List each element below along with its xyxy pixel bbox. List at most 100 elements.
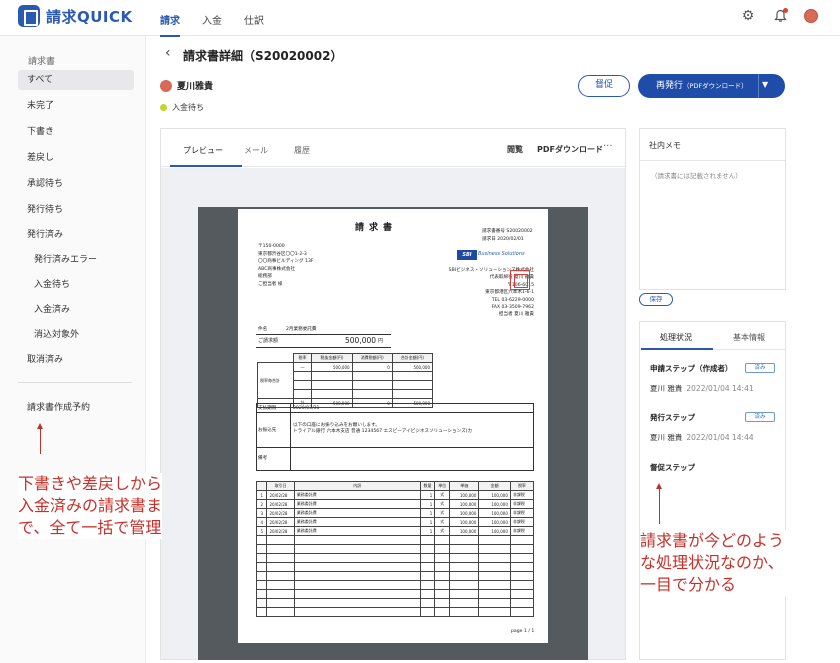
amount: 500,000	[345, 336, 377, 345]
reissue-label: 再発行	[656, 81, 684, 91]
tax-row-label: 税率毎合計	[257, 362, 294, 399]
sidebar-item-2[interactable]: 下書き	[18, 122, 134, 142]
page-number: page 1 / 1	[511, 629, 535, 634]
item-cell: 非課税	[509, 499, 535, 509]
nav-journal[interactable]: 仕訳	[244, 12, 264, 37]
sidebar-item-3[interactable]: 差戻し	[18, 148, 134, 168]
item-cell: 100,000	[478, 517, 511, 527]
annotation-left: 下書きや差戻しから 入金済みの請求書ま で、全て一括で管理	[18, 473, 163, 539]
item-cell: 式	[434, 517, 451, 527]
sidebar-item-1[interactable]: 未完了	[18, 96, 134, 116]
tab-basic-info[interactable]: 基本情報	[733, 332, 765, 343]
tab-preview[interactable]: プレビュー	[183, 145, 223, 156]
tab-mail[interactable]: メール	[244, 145, 268, 156]
sidebar-item-7[interactable]: 発行済みエラー	[18, 250, 134, 270]
more-icon[interactable]: ···	[603, 141, 613, 152]
memo-save-button[interactable]: 保存	[639, 293, 673, 306]
sidebar-item-6[interactable]: 発行済み	[18, 225, 134, 245]
client-line: 総務部	[258, 274, 272, 280]
item-cell: 20/02/28	[266, 517, 295, 527]
client-line: ご担当者 様	[258, 282, 283, 287]
item-cell: 2	[255, 499, 268, 509]
item-cell: 4	[255, 517, 268, 527]
tab-history[interactable]: 履歴	[294, 145, 310, 156]
item-cell: 20/02/28	[266, 490, 295, 500]
tab-process-status[interactable]: 処理状況	[660, 332, 692, 343]
item-header: 金額	[478, 481, 511, 491]
tax-header: 消費税額(円)	[351, 353, 393, 363]
customer-name: 夏川雅貴	[177, 82, 214, 92]
tax-cell: 0	[351, 362, 393, 372]
invoice-number: 請求書番号 S20020002	[482, 229, 533, 234]
item-cell: 業務委託費	[293, 508, 421, 518]
back-chevron-icon[interactable]: ‹	[165, 45, 171, 61]
invoice-date: 請求日 2020/02/01	[482, 237, 524, 242]
sidebar-item-10[interactable]: 消込対象外	[18, 325, 134, 345]
item-cell: 1	[419, 490, 436, 500]
subject: 2月業務委託費	[286, 327, 317, 332]
sidebar-item-0[interactable]: すべて	[18, 70, 134, 90]
item-cell: 業務委託費	[293, 517, 421, 527]
bell-icon[interactable]	[772, 8, 788, 24]
sidebar-item-8[interactable]: 入金待ち	[18, 275, 134, 295]
item-cell: 1	[419, 508, 436, 518]
sidebar-item-5[interactable]: 発行待ち	[18, 200, 134, 220]
item-header: 内訳	[293, 481, 421, 491]
sidebar-item-schedule[interactable]: 請求書作成予約	[18, 398, 134, 418]
annotation-right: 請求書が今どのよう な処理状況なのか、 一目で分かる	[640, 530, 830, 596]
item-cell: 3	[255, 508, 268, 518]
amount-label: ご請求額	[258, 338, 279, 344]
brand-sub: Business Solutions	[478, 251, 525, 257]
nav-payment[interactable]: 入金	[202, 12, 222, 37]
item-cell: 式	[434, 508, 451, 518]
view-button[interactable]: 閲覧	[507, 144, 523, 155]
step-issue-date: 2022/01/04 14:44	[686, 433, 754, 442]
step-apply-person: 夏川 雅貴 2022/01/04 14:41	[650, 384, 754, 393]
item-cell: 100,000	[449, 517, 480, 527]
pdf-download-button[interactable]: PDFダウンロード	[537, 144, 603, 155]
memo-input[interactable]: （請求書には記載されません）	[651, 170, 742, 180]
sidebar-item-11[interactable]: 取消済み	[18, 350, 134, 370]
status-badge: 入金待ち	[160, 102, 204, 113]
payment-box	[256, 403, 534, 471]
item-cell: 1	[255, 490, 268, 500]
item-cell: 100,000	[478, 499, 511, 509]
gear-icon[interactable]: ⚙	[740, 8, 756, 24]
item-cell: 式	[434, 499, 451, 509]
nav-invoice[interactable]: 請求	[160, 12, 180, 37]
bank-label: お振込先	[258, 428, 277, 433]
invoice-logo-icon	[18, 5, 40, 27]
table-row: 5 20/02/28 業務委託費 1 式 100,000 100,000 非課税	[255, 526, 535, 536]
process-tab-indicator	[641, 348, 713, 350]
item-cell: 100,000	[449, 526, 480, 536]
client-line: ABC商事株式会社	[258, 266, 295, 272]
sidebar-item-4[interactable]: 承認待ち	[18, 174, 134, 194]
reissue-sub-label: （PDFダウンロード）	[683, 82, 748, 90]
tax-cell: 500,000	[311, 362, 353, 372]
user-avatar[interactable]	[804, 9, 818, 23]
sidebar-divider	[18, 382, 132, 383]
client-line: 〇〇商事ビルディング 13F	[258, 259, 314, 265]
item-cell: 非課税	[509, 526, 535, 536]
remind-button[interactable]: 督促	[578, 75, 630, 97]
reissue-separator	[758, 74, 759, 98]
issuer-line: 担当者 夏川 雅貴	[498, 312, 534, 318]
step-issue-person: 夏川 雅貴 2022/01/04 14:44	[650, 433, 754, 442]
item-header: 単位	[434, 481, 451, 491]
sidebar-item-9[interactable]: 入金済み	[18, 300, 134, 320]
chevron-down-icon[interactable]: ▼	[762, 80, 768, 89]
item-cell: 非課税	[509, 508, 535, 518]
status-label: 入金待ち	[172, 103, 204, 112]
payment-divider	[256, 412, 534, 413]
item-header: 税率	[509, 481, 535, 491]
bank-text-1: 以下の口座にお振り込みをお願いします。	[293, 423, 380, 428]
main-nav: 請求 入金 仕訳	[160, 12, 264, 37]
item-header: 数量	[419, 481, 436, 491]
page-title: 請求書詳細（S20020002）	[183, 49, 343, 63]
amount-unit: 円	[378, 338, 384, 344]
issuer-line: TEL 03-6229-0000	[491, 297, 534, 303]
memo-panel	[639, 128, 786, 290]
sidebar: 請求書 すべて 未完了 下書き 差戻し 承認待ち 発行待ち 発行済み 発行済みエラー 入金待ち入…	[0, 36, 146, 663]
notification-dot	[783, 8, 788, 13]
logo[interactable]: 請求QUICK	[18, 5, 133, 27]
